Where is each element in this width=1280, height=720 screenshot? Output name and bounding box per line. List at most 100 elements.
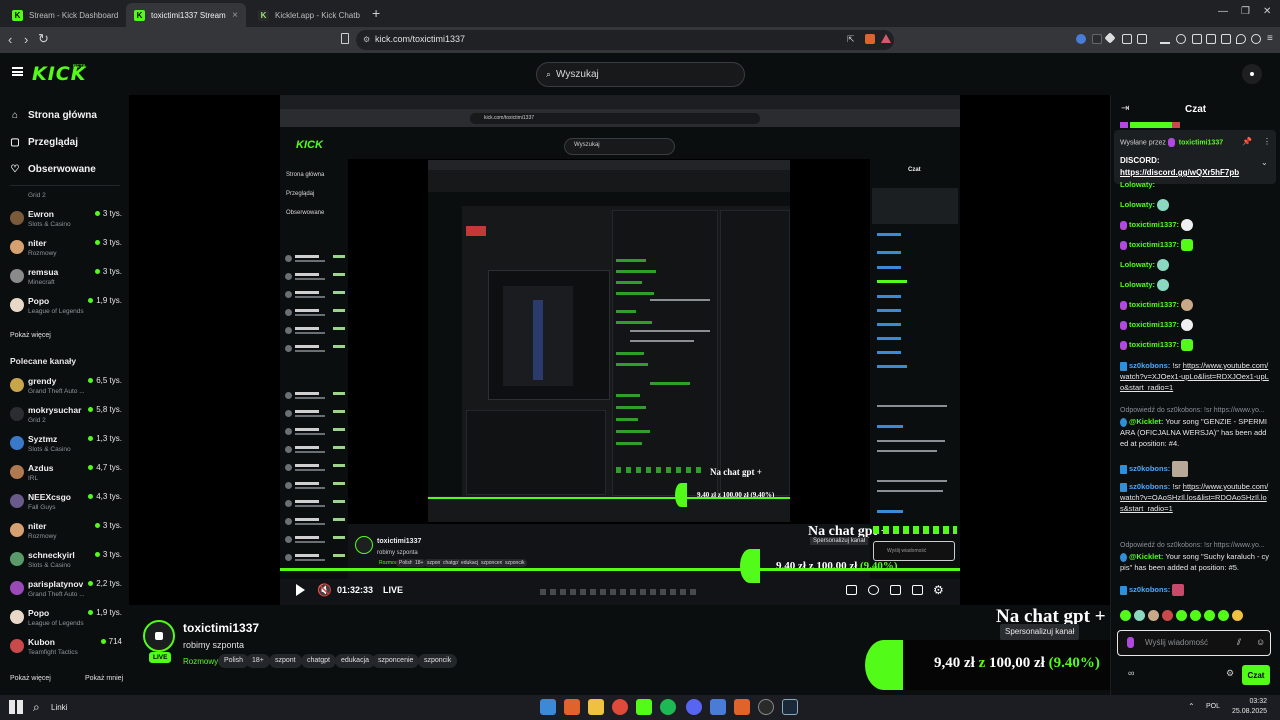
chevron-down-icon[interactable]: ⌄ bbox=[1261, 158, 1268, 167]
pin-icon[interactable]: 📌 bbox=[1242, 137, 1252, 146]
chat-username[interactable]: Lolowaty: bbox=[1120, 200, 1155, 209]
folder-icon[interactable] bbox=[588, 699, 604, 715]
fullscreen-icon[interactable] bbox=[912, 585, 923, 595]
obs-icon[interactable] bbox=[758, 699, 774, 715]
tag[interactable]: szpont bbox=[269, 654, 302, 668]
chat-username[interactable]: toxictimi1337: bbox=[1129, 220, 1179, 229]
channel-item[interactable]: parisplatynov Grand Theft Auto ... 2,2 t… bbox=[10, 579, 122, 607]
sidebar-icon[interactable] bbox=[1192, 34, 1202, 44]
close-window-icon[interactable]: ✕ bbox=[1263, 6, 1271, 17]
chat-username[interactable]: Lolowaty: bbox=[1120, 180, 1155, 189]
theater-icon[interactable] bbox=[890, 585, 901, 595]
maximize-icon[interactable]: ❐ bbox=[1241, 6, 1250, 17]
browser-tab-active[interactable]: K toxictimi1337 Stream - Watch Li... × bbox=[126, 3, 246, 27]
audio-icon[interactable] bbox=[1076, 34, 1086, 44]
chat-username[interactable]: toxictimi1337: bbox=[1129, 240, 1179, 249]
play-icon[interactable] bbox=[296, 584, 305, 596]
avatar[interactable] bbox=[143, 620, 175, 652]
clock[interactable]: 03:32 25.08.2025 bbox=[1232, 697, 1267, 717]
mute-icon[interactable]: 🔇 bbox=[317, 583, 332, 597]
settings-icon[interactable]: ⚙ bbox=[933, 583, 944, 597]
music-icon[interactable] bbox=[1176, 34, 1186, 44]
language-indicator[interactable]: POL bbox=[1206, 703, 1220, 710]
share-icon[interactable]: ⇱ bbox=[847, 34, 855, 45]
vpn-icon[interactable] bbox=[1236, 34, 1246, 44]
channel-item[interactable]: Popo League of Legends 1,9 tys. bbox=[10, 608, 122, 636]
chat-username[interactable]: sz0kobons: bbox=[1129, 585, 1170, 594]
close-icon[interactable]: × bbox=[232, 10, 238, 21]
channel-item[interactable]: niter Rozmowy 3 tys. bbox=[10, 521, 122, 549]
channel-item[interactable]: Grid 2 bbox=[10, 188, 122, 200]
customize-channel-button[interactable]: Spersonalizuj kanał bbox=[1000, 624, 1080, 640]
channel-item[interactable]: Popo League of Legends 1,9 tys. bbox=[10, 296, 122, 324]
kick-icon[interactable] bbox=[636, 699, 652, 715]
emote-icon[interactable] bbox=[1232, 610, 1243, 621]
chat-username[interactable]: @Kicklet: bbox=[1129, 552, 1163, 561]
screenshot-icon[interactable] bbox=[1221, 34, 1231, 44]
tag[interactable]: chatgpt bbox=[301, 654, 336, 668]
brave-icon[interactable] bbox=[564, 699, 580, 715]
channel-item[interactable]: mokrysuchar Grid 2 5,8 tys. bbox=[10, 405, 122, 433]
pinned-by-user[interactable]: toxictimi1337 bbox=[1179, 139, 1223, 146]
channel-name[interactable]: toxictimi1337 bbox=[183, 621, 259, 635]
chat-username[interactable]: sz0kobons: bbox=[1129, 482, 1170, 491]
show-less-link[interactable]: Pokaż mniej bbox=[85, 675, 123, 682]
taskbar-search-label[interactable]: Linki bbox=[51, 703, 67, 712]
emote-icon[interactable] bbox=[1148, 610, 1159, 621]
forward-icon[interactable]: › bbox=[24, 32, 28, 47]
emote-icon[interactable] bbox=[1120, 610, 1131, 621]
quality-icon[interactable] bbox=[868, 585, 879, 595]
emote-icon[interactable] bbox=[1204, 610, 1215, 621]
minimize-icon[interactable]: — bbox=[1218, 6, 1228, 17]
collapse-chat-icon[interactable]: ⇥ bbox=[1121, 103, 1129, 114]
tag[interactable]: 18+ bbox=[246, 654, 270, 668]
channel-item[interactable]: remsua Minecraft 3 tys. bbox=[10, 267, 122, 295]
sidebar-item-following[interactable]: ♡ Obserwowane bbox=[10, 164, 96, 175]
chat-settings-icon[interactable]: ⚙ bbox=[1226, 668, 1234, 679]
download-icon[interactable] bbox=[1160, 34, 1170, 44]
url-text[interactable]: kick.com/toxictimi1337 bbox=[375, 34, 465, 44]
chat-send-button[interactable]: Czat bbox=[1242, 665, 1270, 685]
steam-icon[interactable] bbox=[782, 699, 798, 715]
menu-icon[interactable]: ≡ bbox=[1267, 33, 1273, 44]
chat-username[interactable]: sz0kobons: bbox=[1129, 361, 1170, 370]
command-icon[interactable]: ⫽ bbox=[1237, 637, 1241, 648]
search-icon[interactable]: ⌕ bbox=[33, 700, 40, 715]
browser-tab[interactable]: K Kicklet.app - Kick Chatbot and C... bbox=[250, 3, 368, 27]
emoji-icon[interactable]: ☺ bbox=[1256, 637, 1265, 647]
chat-username[interactable]: Lolowaty: bbox=[1120, 260, 1155, 269]
sidebar-item-browse[interactable]: ▢ Przeglądaj bbox=[10, 137, 78, 148]
chrome-icon[interactable] bbox=[612, 699, 628, 715]
tag[interactable]: edukacja bbox=[335, 654, 376, 668]
emote-icon[interactable] bbox=[1134, 610, 1145, 621]
back-icon[interactable]: ‹ bbox=[8, 32, 12, 47]
channel-item[interactable]: niter Rozmowy 3 tys. bbox=[10, 238, 122, 266]
emote-icon[interactable] bbox=[1176, 610, 1187, 621]
extension-icon[interactable] bbox=[1122, 34, 1132, 44]
emote-icon[interactable] bbox=[1218, 610, 1229, 621]
menu-icon[interactable] bbox=[12, 67, 23, 76]
show-more-link[interactable]: Pokaż więcej bbox=[10, 332, 51, 339]
emote-icon[interactable] bbox=[1190, 610, 1201, 621]
browser-tab[interactable]: K Stream - Kick Dashboard bbox=[4, 3, 122, 27]
channel-item[interactable]: Kubon Teamfight Tactics 714 bbox=[10, 637, 122, 665]
chat-username[interactable]: sz0kobons: bbox=[1129, 464, 1170, 473]
show-more-link[interactable]: Pokaż więcej bbox=[10, 675, 51, 682]
brave-icon[interactable] bbox=[734, 699, 750, 715]
chat-username[interactable]: @Kicklet: bbox=[1129, 417, 1163, 426]
channel-item[interactable]: Syztmz Slots & Casino 1,3 tys. bbox=[10, 434, 122, 462]
wallet-icon[interactable] bbox=[1206, 34, 1216, 44]
profile-icon[interactable] bbox=[1251, 34, 1261, 44]
channel-item[interactable]: Ewron Slots & Casino 3 tys. bbox=[10, 209, 122, 237]
discord-icon[interactable] bbox=[686, 699, 702, 715]
channel-item[interactable]: NEEXcsgo Fall Guys 4,3 tys. bbox=[10, 492, 122, 520]
tag[interactable]: Polish bbox=[218, 654, 250, 668]
clip-icon[interactable] bbox=[846, 585, 857, 595]
sidebar-item-home[interactable]: ⌂ Strona główna bbox=[10, 110, 97, 121]
start-icon[interactable] bbox=[9, 700, 23, 714]
new-tab-icon[interactable]: + bbox=[372, 5, 380, 21]
stream-category[interactable]: Rozmowy bbox=[183, 657, 218, 666]
spotify-icon[interactable] bbox=[660, 699, 676, 715]
channel-item[interactable]: Azdus IRL 4,7 tys. bbox=[10, 463, 122, 491]
bookmark-icon[interactable] bbox=[341, 33, 349, 44]
